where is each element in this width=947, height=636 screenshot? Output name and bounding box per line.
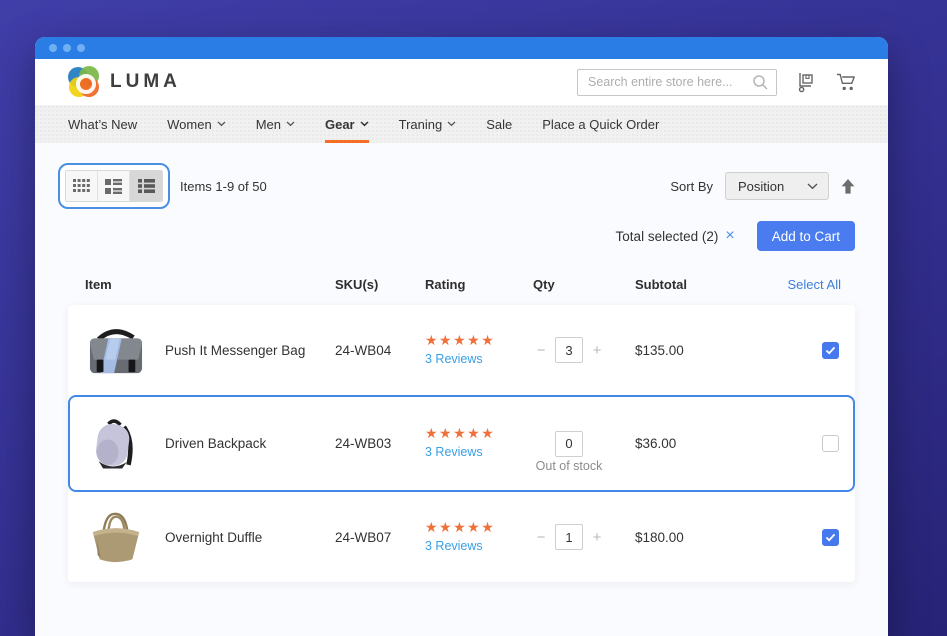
column-header-sku: SKU(s) — [335, 277, 425, 292]
view-grid-button[interactable] — [66, 171, 98, 201]
reviews-link[interactable]: 3 Reviews — [425, 352, 483, 366]
chevron-down-icon — [447, 121, 456, 127]
reviews-link[interactable]: 3 Reviews — [425, 445, 483, 459]
chevron-down-icon — [286, 121, 295, 127]
product-sku: 24-WB04 — [335, 343, 425, 358]
product-image-backpack[interactable] — [85, 415, 143, 473]
table-row: Overnight Duffle 24-WB07 ★★★★★ 3 Reviews… — [68, 492, 855, 582]
rating-stars: ★★★★★ — [425, 520, 513, 534]
row-checkbox[interactable] — [822, 529, 839, 546]
listing-toolbar: Items 1-9 of 50 Sort By Position — [68, 163, 855, 209]
column-header-qty: Qty — [513, 277, 625, 292]
arrow-up-icon — [841, 179, 855, 194]
row-checkbox[interactable] — [822, 435, 839, 452]
stock-status: Out of stock — [513, 459, 625, 473]
quick-order-icon[interactable] — [797, 72, 816, 93]
chevron-down-icon — [360, 121, 369, 127]
brand-logo[interactable]: LUMA — [68, 66, 181, 98]
sort-by-label: Sort By — [670, 179, 713, 194]
nav-item-sale[interactable]: Sale — [486, 105, 512, 143]
table-row: Push It Messenger Bag 24-WB04 ★★★★★ 3 Re… — [68, 305, 855, 395]
nav-item-traning[interactable]: Traning — [399, 105, 457, 143]
nav-item-gear[interactable]: Gear — [325, 105, 369, 143]
luma-logo-icon — [68, 66, 100, 98]
row-checkbox[interactable] — [822, 342, 839, 359]
brand-name: LUMA — [110, 71, 181, 93]
nav-item-men[interactable]: Men — [256, 105, 295, 143]
qty-input[interactable] — [555, 431, 583, 457]
product-name: Push It Messenger Bag — [165, 343, 335, 358]
qty-increase-button[interactable]: + — [590, 529, 604, 546]
search-input[interactable] — [577, 69, 777, 96]
chevron-down-icon — [807, 183, 818, 190]
grid-icon — [73, 179, 90, 193]
clear-selection-button[interactable]: × — [725, 228, 734, 244]
window-titlebar — [35, 37, 888, 59]
product-sku: 24-WB03 — [335, 436, 425, 451]
window-control-dot[interactable] — [63, 44, 71, 52]
check-icon — [825, 346, 836, 355]
rating-stars: ★★★★★ — [425, 333, 513, 347]
qty-input[interactable] — [555, 524, 583, 550]
product-list: Push It Messenger Bag 24-WB04 ★★★★★ 3 Re… — [68, 305, 855, 582]
list-icon — [105, 179, 122, 194]
add-to-cart-button[interactable]: Add to Cart — [757, 221, 855, 251]
sort-direction-button[interactable] — [841, 179, 855, 194]
selection-row: Total selected (2) × Add to Cart — [68, 221, 855, 251]
items-count: Items 1-9 of 50 — [180, 179, 267, 194]
column-header-subtotal: Subtotal — [625, 277, 750, 292]
table-header: Item SKU(s) Rating Qty Subtotal Select A… — [68, 277, 855, 292]
view-list-button[interactable] — [98, 171, 130, 201]
qty-decrease-button[interactable]: − — [534, 342, 548, 359]
qty-decrease-button[interactable]: − — [534, 529, 548, 546]
select-all-link[interactable]: Select All — [750, 277, 841, 292]
window-control-dot[interactable] — [77, 44, 85, 52]
chevron-down-icon — [217, 121, 226, 127]
check-icon — [825, 533, 836, 542]
window-control-dot[interactable] — [49, 44, 57, 52]
reviews-link[interactable]: 3 Reviews — [425, 539, 483, 553]
browser-window: LUMA — [35, 37, 888, 636]
sort-by-value: Position — [738, 179, 784, 194]
detailed-list-icon — [138, 179, 155, 193]
main-navigation: What’s New Women Men Gear Traning Sale P… — [35, 105, 888, 143]
row-subtotal: $180.00 — [625, 530, 750, 545]
table-row: Driven Backpack 24-WB03 ★★★★★ 3 Reviews … — [68, 395, 855, 492]
rating-stars: ★★★★★ — [425, 426, 513, 440]
qty-input[interactable] — [555, 337, 583, 363]
view-mode-group — [58, 163, 170, 209]
sort-by-select[interactable]: Position — [725, 172, 829, 200]
column-header-rating: Rating — [425, 277, 513, 292]
nav-item-quick-order[interactable]: Place a Quick Order — [542, 105, 659, 143]
cart-icon[interactable] — [836, 72, 858, 92]
row-subtotal: $36.00 — [625, 436, 750, 451]
nav-item-whats-new[interactable]: What’s New — [68, 105, 137, 143]
qty-increase-button[interactable]: + — [590, 342, 604, 359]
product-name: Driven Backpack — [165, 436, 335, 451]
product-name: Overnight Duffle — [165, 530, 335, 545]
view-detailed-list-button[interactable] — [130, 171, 162, 201]
row-subtotal: $135.00 — [625, 343, 750, 358]
total-selected-label: Total selected (2) — [616, 229, 719, 244]
site-header: LUMA — [35, 59, 888, 105]
nav-item-women[interactable]: Women — [167, 105, 226, 143]
search-icon[interactable] — [752, 74, 769, 96]
product-image-duffle[interactable] — [85, 509, 147, 565]
column-header-item: Item — [85, 277, 335, 292]
product-image-messenger-bag[interactable] — [85, 323, 147, 377]
product-sku: 24-WB07 — [335, 530, 425, 545]
